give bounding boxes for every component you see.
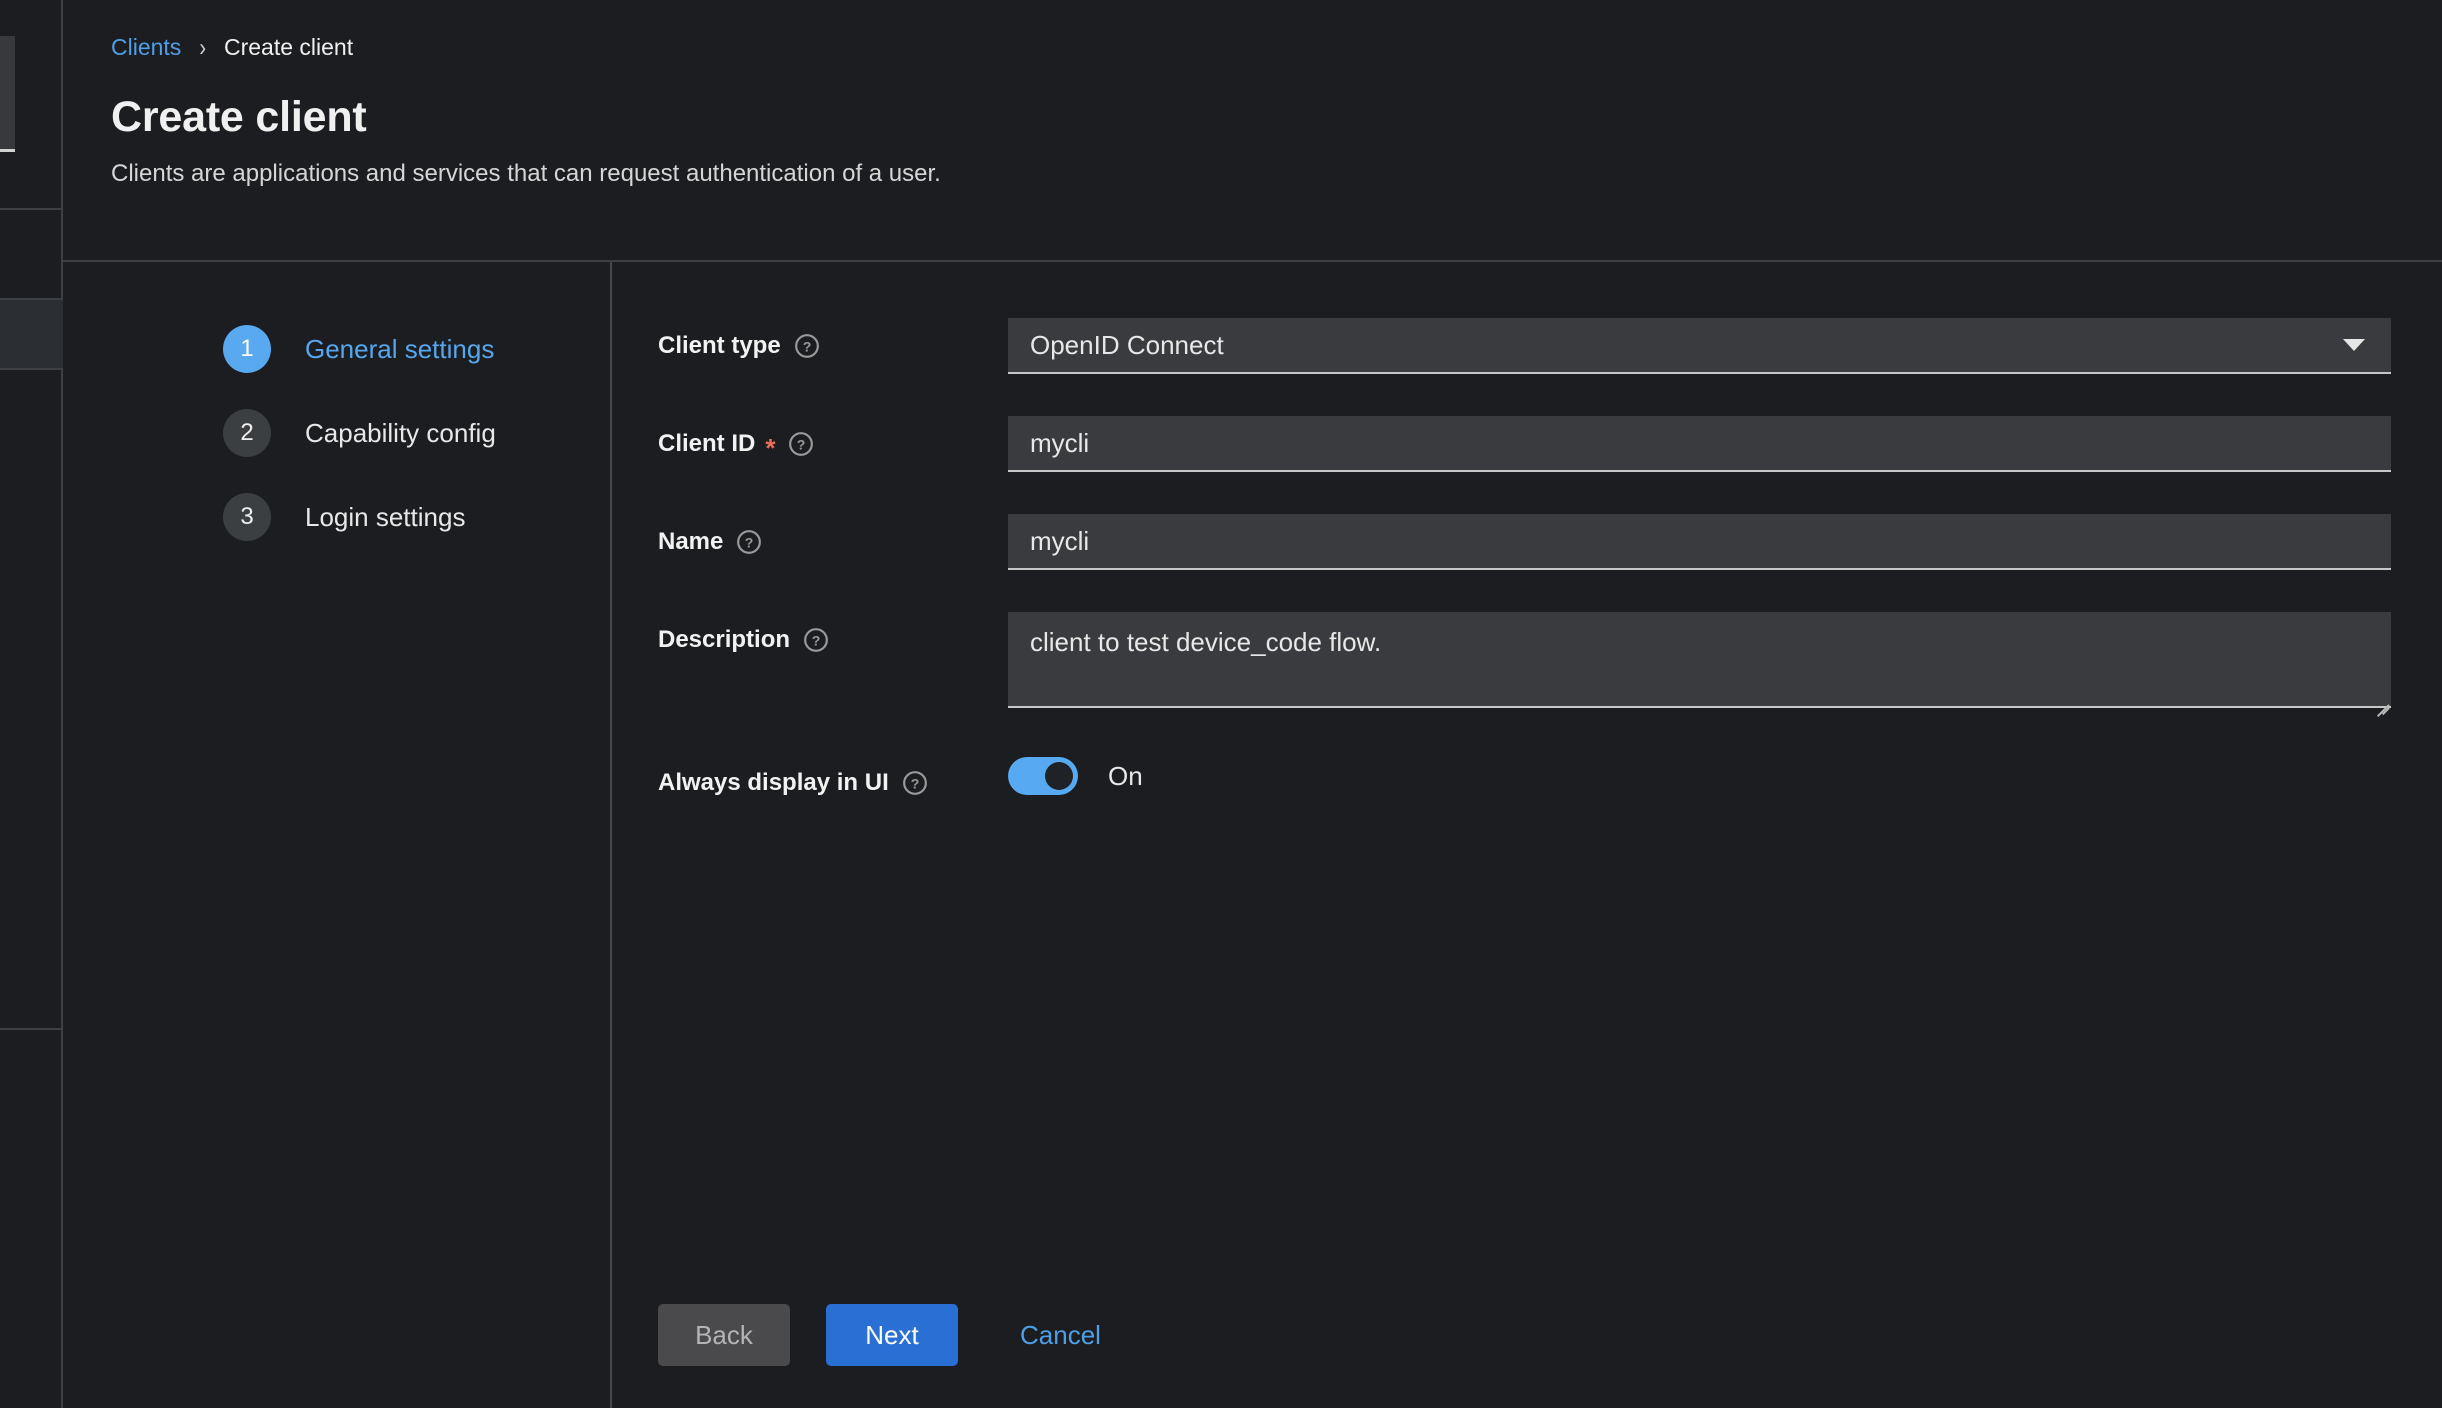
step-number-badge: 3 [223, 493, 271, 541]
question-circle-icon[interactable]: ? [736, 529, 762, 555]
svg-text:?: ? [812, 632, 821, 648]
label-description: Description ? [658, 612, 1008, 654]
wizard-step-general-settings[interactable]: 1 General settings [63, 322, 610, 376]
step-label: Login settings [305, 501, 466, 532]
label-text: Client type [658, 332, 781, 359]
label-text: Client ID [658, 430, 756, 457]
breadcrumb-current: Create client [223, 34, 354, 60]
field-always-display-in-ui: On [1008, 757, 2391, 795]
question-circle-icon[interactable]: ? [803, 627, 829, 653]
label-client-id: Client ID * ? [658, 416, 1008, 463]
wizard-actions: Back Next Cancel [658, 1304, 1119, 1366]
page-title: Create client [111, 93, 367, 141]
svg-text:?: ? [745, 534, 754, 550]
name-input[interactable] [1008, 514, 2391, 570]
wizard-step-login-settings[interactable]: 3 Login settings [63, 490, 610, 544]
toggle-state-label: On [1108, 760, 1143, 791]
sidebar-highlighted-row[interactable] [0, 300, 63, 368]
wizard-step-capability-config[interactable]: 2 Capability config [63, 406, 610, 460]
field-client-type: OpenID Connect [1008, 318, 2391, 374]
label-text: Always display in UI [658, 769, 889, 796]
sidebar-divider [0, 1028, 63, 1030]
back-button[interactable]: Back [658, 1304, 790, 1366]
question-circle-icon[interactable]: ? [788, 431, 814, 457]
app-root: Clients › Create client Create client Cl… [0, 0, 2442, 1408]
description-textarea[interactable] [1008, 612, 2391, 708]
toggle-knob [1045, 762, 1073, 790]
cancel-button[interactable]: Cancel [1002, 1304, 1119, 1366]
field-client-id [1008, 416, 2391, 472]
form-row-description: Description ? [612, 612, 2442, 718]
step-number-badge: 2 [223, 409, 271, 457]
wizard-step-nav: 1 General settings 2 Capability config 3… [63, 262, 612, 1408]
sidebar-selected-underline [0, 149, 15, 152]
form-row-always-display-in-ui: Always display in UI ? On [612, 755, 2442, 797]
label-text: Description [658, 626, 791, 653]
client-type-selected-value: OpenID Connect [1030, 329, 1224, 360]
sidebar-selected-indicator [0, 36, 15, 149]
label-client-type: Client type ? [658, 318, 1008, 360]
step-label: Capability config [305, 417, 496, 448]
field-name [1008, 514, 2391, 570]
general-settings-form: Client type ? OpenID Connect Client ID *… [612, 262, 2442, 1408]
main-content: Clients › Create client Create client Cl… [63, 0, 2442, 1408]
always-display-toggle[interactable] [1008, 757, 1078, 795]
svg-text:?: ? [797, 436, 806, 452]
client-id-input[interactable] [1008, 416, 2391, 472]
required-marker: * [765, 433, 776, 463]
breadcrumb-separator-icon: › [199, 33, 206, 62]
sidebar-divider [0, 208, 63, 210]
client-type-select[interactable]: OpenID Connect [1008, 318, 2391, 374]
step-number-badge: 1 [223, 325, 271, 373]
form-row-client-type: Client type ? OpenID Connect [612, 318, 2442, 374]
page-subtitle: Clients are applications and services th… [111, 160, 941, 188]
question-circle-icon[interactable]: ? [902, 770, 928, 796]
field-description [1008, 612, 2391, 718]
question-circle-icon[interactable]: ? [794, 333, 820, 359]
step-label: General settings [305, 333, 495, 364]
collapsed-sidebar-strip [0, 0, 63, 1408]
label-always-display-in-ui: Always display in UI ? [658, 755, 1008, 797]
wizard-body: 1 General settings 2 Capability config 3… [63, 262, 2442, 1408]
page-header: Clients › Create client Create client Cl… [63, 0, 2442, 262]
chevron-down-icon [2343, 339, 2365, 351]
sidebar-divider [0, 368, 63, 370]
label-text: Name [658, 528, 724, 555]
breadcrumb: Clients › Create client [111, 33, 2442, 62]
label-name: Name ? [658, 514, 1008, 556]
form-row-name: Name ? [612, 514, 2442, 570]
svg-text:?: ? [802, 338, 811, 354]
next-button[interactable]: Next [826, 1304, 958, 1366]
breadcrumb-link-clients[interactable]: Clients [111, 36, 181, 59]
form-row-client-id: Client ID * ? [612, 416, 2442, 472]
svg-text:?: ? [910, 775, 919, 791]
